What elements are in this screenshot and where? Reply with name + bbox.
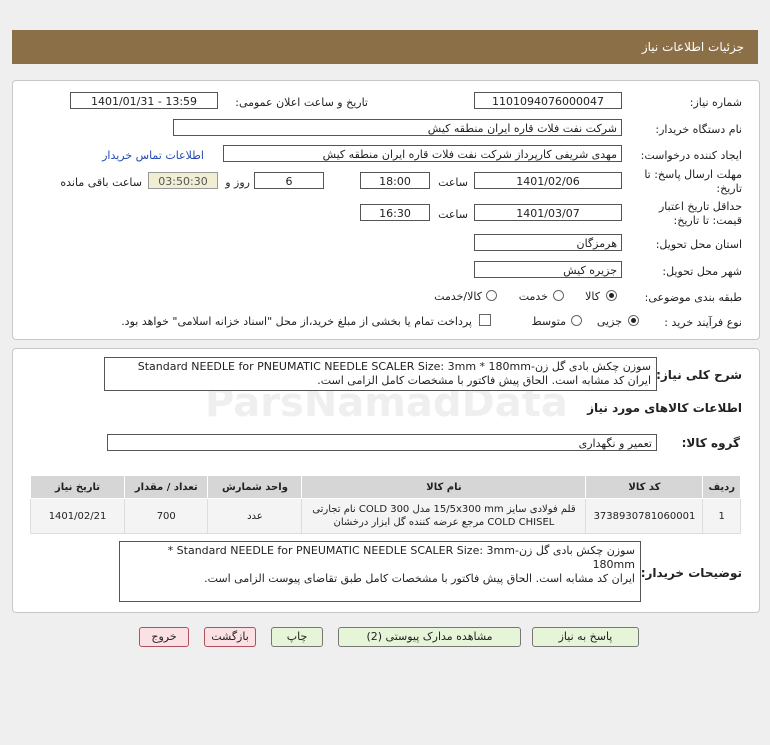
announce-label: تاریخ و ساعت اعلان عمومی: (235, 96, 368, 109)
description-line-1: سوزن چکش بادی گل زن-Standard NEEDLE for … (137, 360, 651, 373)
process-radio-medium[interactable] (571, 315, 582, 326)
col-index: ردیف (702, 475, 741, 499)
deadline-time-label: ساعت (438, 176, 468, 189)
days-label: روز و (225, 176, 250, 189)
goods-group-field: تعمیر و نگهداری (107, 434, 657, 451)
col-name: نام کالا (301, 475, 587, 499)
cell-name-line-1: قلم فولادی سایز 15/5x300 mm مدل COLD 300… (312, 504, 576, 515)
process-radio-minor[interactable] (628, 315, 639, 326)
treasury-payment-note: پرداخت تمام یا بخشی از مبلغ خرید،از محل … (121, 315, 472, 328)
buyer-notes-line-3: ایران کد مشابه است. الحاق پیش فاکتور با … (204, 572, 635, 585)
remaining-label: ساعت باقی مانده (60, 176, 142, 189)
category-option-service: خدمت (518, 290, 548, 303)
days-field: 6 (254, 172, 324, 189)
deadline-time-field: 18:00 (360, 172, 430, 189)
back-button[interactable]: بازگشت (204, 627, 256, 647)
province-field: هرمزگان (474, 234, 622, 251)
process-option-medium: متوسط (531, 315, 566, 328)
validity-label: حداقل تاریخ اعتبار قیمت: تا تاریخ: (658, 200, 742, 227)
cell-index: 1 (702, 498, 741, 534)
cell-date: 1401/02/21 (29, 498, 126, 534)
cell-qty: 700 (124, 498, 209, 534)
validity-time-label: ساعت (438, 208, 468, 221)
col-date: تاریخ نیاز (29, 475, 126, 499)
validity-date-field: 1401/03/07 (474, 204, 622, 221)
treasury-payment-checkbox[interactable] (479, 314, 491, 326)
goods-group-label: گروه کالا: (681, 436, 740, 450)
contact-info-link[interactable]: اطلاعات تماس خریدار (102, 149, 204, 162)
reply-button[interactable]: پاسخ به نیاز (532, 627, 639, 647)
category-radio-goods[interactable] (606, 290, 617, 301)
buyer-org-field: شرکت نفت فلات قاره ایران منطقه کیش (173, 119, 622, 136)
category-label: طبقه بندی موضوعی: (644, 291, 742, 304)
category-radio-goods-service[interactable] (486, 290, 497, 301)
buyer-notes-field: سوزن چکش بادی گل زن-Standard NEEDLE for … (119, 541, 641, 602)
cell-name: قلم فولادی سایز 15/5x300 mm مدل COLD 300… (301, 498, 587, 534)
buyer-notes-line-2: 180mm (592, 558, 635, 571)
remaining-time-field: 03:50:30 (148, 172, 218, 189)
deadline-label: مهلت ارسال پاسخ: تا تاریخ: (644, 168, 742, 195)
cell-code: 3738930781060001 (585, 498, 704, 534)
category-option-goods-service: کالا/خدمت (434, 290, 482, 303)
table-row: 1 3738930781060001 قلم فولادی سایز 15/5x… (29, 498, 741, 534)
goods-section-title: اطلاعات کالاهای مورد نیاز (587, 401, 742, 415)
city-field: جزیره کیش (474, 261, 622, 278)
description-line-2: ایران کد مشابه است. الحاق پیش فاکتور با … (317, 374, 651, 387)
deadline-date-field: 1401/02/06 (474, 172, 622, 189)
page-header: جزئیات اطلاعات نیاز (12, 30, 758, 64)
view-attachments-button[interactable]: مشاهده مدارک پیوستی (2) (338, 627, 521, 647)
col-code: کد کالا (585, 475, 704, 499)
exit-button[interactable]: خروج (139, 627, 189, 647)
province-label: استان محل تحویل: (655, 238, 742, 251)
description-field: سوزن چکش بادی گل زن-Standard NEEDLE for … (104, 357, 657, 391)
process-option-minor: جزیی (596, 315, 622, 328)
requester-label: ایجاد کننده درخواست: (640, 149, 742, 162)
validity-time-field: 16:30 (360, 204, 430, 221)
buyer-notes-line-1: سوزن چکش بادی گل زن-Standard NEEDLE for … (167, 544, 635, 557)
announce-field: 1401/01/31 - 13:59 (70, 92, 218, 109)
need-number-field: 1101094076000047 (474, 92, 622, 109)
requester-field: مهدی شریفی کارپرداز شرکت نفت فلات قاره ا… (223, 145, 622, 162)
process-label: نوع فرآیند خرید : (664, 316, 742, 329)
goods-table-header: ردیف کد کالا نام کالا واحد شمارش تعداد /… (29, 475, 741, 499)
description-label: شرح کلی نیاز: (656, 368, 742, 382)
page-title: جزئیات اطلاعات نیاز (641, 40, 744, 54)
col-unit: واحد شمارش (207, 475, 303, 499)
category-radio-service[interactable] (553, 290, 564, 301)
buyer-org-label: نام دستگاه خریدار: (655, 123, 742, 136)
print-button[interactable]: چاپ (271, 627, 323, 647)
need-number-label: شماره نیاز: (689, 96, 742, 109)
goods-table: ردیف کد کالا نام کالا واحد شمارش تعداد /… (29, 475, 741, 534)
buyer-notes-label: توضیحات خریدار: (640, 566, 742, 580)
city-label: شهر محل تحویل: (662, 265, 742, 278)
cell-unit: عدد (207, 498, 303, 534)
col-qty: تعداد / مقدار (124, 475, 209, 499)
category-option-goods: کالا (585, 290, 600, 303)
cell-name-line-2: COLD CHISEL مرجع عرضه کننده گل ابزار درخ… (333, 517, 555, 528)
